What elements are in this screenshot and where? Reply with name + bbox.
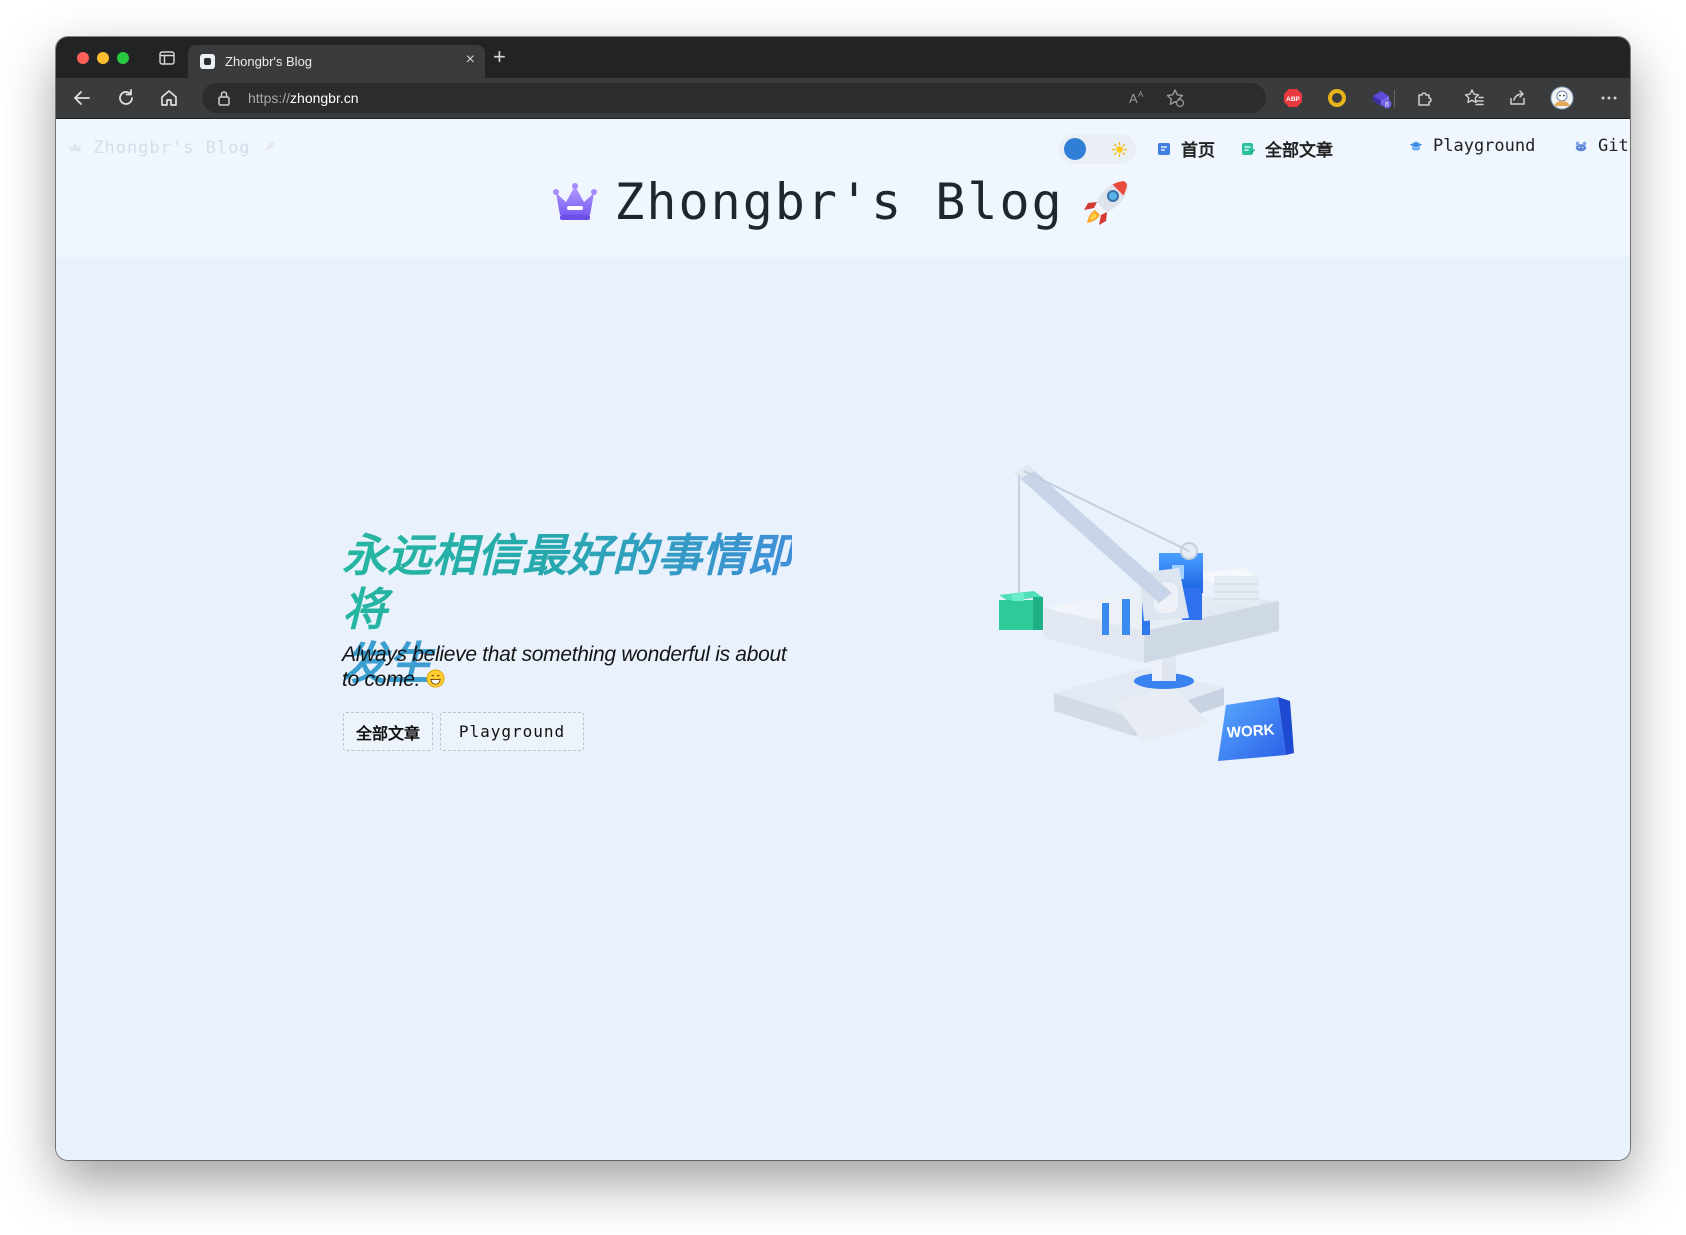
adblock-plus-icon[interactable]: ABP [1282, 87, 1304, 109]
nav-link-all-articles[interactable]: 全部文章 [1241, 136, 1333, 161]
tab-strip: Zhongbr's Blog × + [56, 37, 1630, 78]
nav-link-github[interactable]: Github [1574, 136, 1630, 156]
tab-title: Zhongbr's Blog [225, 54, 313, 69]
add-favorite-icon[interactable] [1164, 87, 1186, 109]
hero-tagline-line-1: 永远相信最好的事情即将 [342, 529, 793, 636]
sticky-site-title[interactable]: Zhongbr's Blog [68, 138, 276, 158]
page-viewport: Zhongbr's Blog 首页 全部文章 Playground Git Zh… [56, 119, 1630, 1160]
close-tab-icon[interactable]: × [466, 51, 475, 69]
theme-toggle[interactable] [1059, 134, 1136, 164]
rocket-icon [1083, 181, 1128, 225]
document-icon [1158, 142, 1170, 155]
lock-icon [218, 91, 230, 106]
browser-window: Zhongbr's Blog × + https://zhongbr.cn A … [56, 37, 1630, 1160]
hero-subtitle-text: Always believe that something wonderful … [342, 643, 787, 691]
nav-link-github-label: Github [1598, 136, 1630, 156]
crown-icon [69, 142, 81, 152]
nav-link-playground-label: Playground [1433, 136, 1536, 156]
page-header: Zhongbr's Blog 首页 全部文章 Playground Git Zh… [56, 119, 1630, 257]
site-favicon-icon [200, 54, 215, 69]
share-icon[interactable] [1507, 87, 1529, 109]
minimize-window-button[interactable] [97, 52, 109, 64]
extension-cube-icon[interactable]: 8 [1370, 87, 1392, 109]
article-list-icon [1242, 142, 1255, 155]
tab-actions-icon[interactable] [159, 51, 175, 65]
maximize-window-button[interactable] [117, 52, 129, 64]
rocket-icon [263, 142, 274, 152]
svg-text:A: A [1138, 90, 1144, 99]
crown-icon [553, 183, 598, 220]
theme-toggle-knob [1064, 138, 1086, 160]
extension-ring-icon[interactable] [1326, 87, 1348, 109]
graduation-cap-icon [1409, 141, 1423, 151]
more-options-icon[interactable] [1598, 87, 1620, 109]
browser-toolbar: https://zhongbr.cn A A ABP 8 [56, 78, 1630, 119]
site-title-text: Zhongbr's Blog [614, 173, 1064, 231]
extensions-puzzle-icon[interactable] [1414, 87, 1436, 109]
svg-text:8: 8 [1385, 102, 1389, 109]
playground-button[interactable]: Playground [440, 712, 584, 751]
refresh-icon[interactable] [115, 87, 137, 109]
grinning-face-icon [426, 669, 445, 688]
close-window-button[interactable] [77, 52, 89, 64]
all-articles-button[interactable]: 全部文章 [343, 712, 433, 751]
github-icon [1575, 141, 1587, 152]
sticky-site-title-text: Zhongbr's Blog [93, 138, 251, 158]
svg-text:A: A [1129, 91, 1138, 106]
nav-link-playground[interactable]: Playground [1409, 136, 1535, 156]
svg-text:ABP: ABP [1286, 96, 1300, 103]
address-bar[interactable]: https://zhongbr.cn A A [202, 83, 1266, 113]
back-arrow-icon[interactable] [71, 87, 93, 109]
url-text: https://zhongbr.cn [248, 90, 359, 106]
browser-tab[interactable]: Zhongbr's Blog × [188, 45, 485, 78]
favorites-icon[interactable] [1463, 87, 1485, 109]
home-icon[interactable] [158, 87, 180, 109]
site-title: Zhongbr's Blog [56, 173, 1630, 231]
toolbar-separator [1394, 90, 1395, 108]
sun-icon [1112, 142, 1127, 157]
profile-avatar-icon[interactable] [1550, 86, 1574, 110]
nav-link-all-articles-label: 全部文章 [1265, 141, 1333, 161]
nav-link-home[interactable]: 首页 [1157, 136, 1215, 161]
read-aloud-icon[interactable]: A A [1126, 87, 1148, 109]
new-tab-button[interactable]: + [493, 44, 506, 70]
nav-link-home-label: 首页 [1181, 141, 1215, 161]
work-sign-label: WORK [1226, 721, 1275, 741]
crane-work-illustration: WORK [999, 465, 1294, 761]
hero-subtitle: Always believe that something wonderful … [342, 642, 792, 692]
